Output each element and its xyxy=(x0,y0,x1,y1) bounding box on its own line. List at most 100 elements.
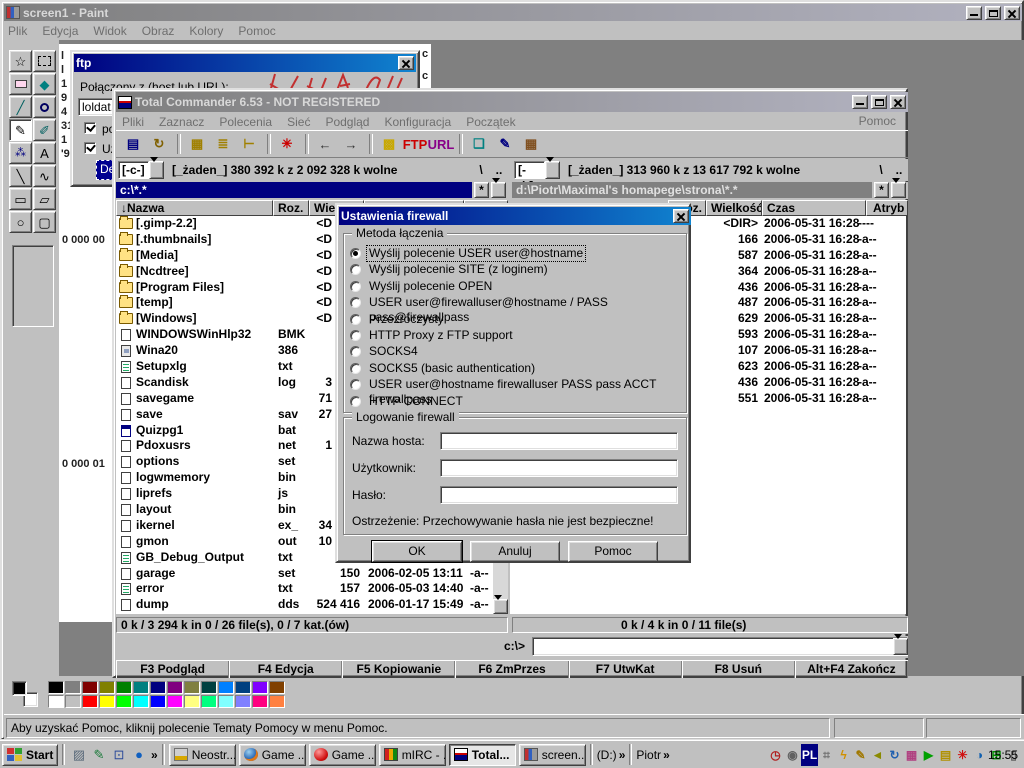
paint-menu-item[interactable]: Kolory xyxy=(189,24,223,38)
piotr-toolbar-chevron[interactable]: » xyxy=(663,748,670,762)
palette-color[interactable] xyxy=(65,695,81,708)
rounded-rect[interactable]: ▢ xyxy=(33,211,56,233)
ql-clock-icon[interactable]: ● xyxy=(129,744,149,766)
task-button[interactable]: Game ... xyxy=(309,744,376,766)
tray-pen-icon[interactable]: ✎ xyxy=(852,744,869,766)
firewall-method-option[interactable]: Wyślij polecenie SITE (z loginem) xyxy=(344,262,686,278)
task-button[interactable]: screen... xyxy=(519,744,586,766)
freeform-select[interactable]: ☆ xyxy=(9,50,32,72)
firewall-method-option[interactable]: Wyślij polecenie USER user@hostname xyxy=(344,246,686,262)
firewall-method-option[interactable]: HTTP Proxy z FTP support xyxy=(344,328,686,344)
maximize-icon[interactable] xyxy=(871,95,887,109)
airbrush[interactable]: ⁂ xyxy=(9,142,32,164)
tray-display-icon[interactable]: ▦ xyxy=(903,744,920,766)
quick-launch-chevron[interactable]: » xyxy=(151,748,158,762)
paint-menu-item[interactable]: Edycja xyxy=(42,24,78,38)
palette-color[interactable] xyxy=(116,695,132,708)
drive-toolbar-label[interactable]: (D:) xyxy=(597,748,617,762)
right-header-time[interactable]: Czas xyxy=(762,200,866,216)
right-header-size[interactable]: Wielkość xyxy=(706,200,762,216)
tc-menu-item[interactable]: Początek xyxy=(466,115,515,129)
palette-color[interactable] xyxy=(252,681,268,694)
left-root-button[interactable]: \ xyxy=(474,163,488,177)
file-row[interactable]: garage set 150 2006-02-05 13:11 -a-- xyxy=(116,566,493,582)
paint-titlebar[interactable]: screen1 - Paint xyxy=(4,4,1022,21)
tc-menu-item[interactable]: Konfiguracja xyxy=(384,115,451,129)
firewall-method-option[interactable]: USER user@hostname firewalluser PASS pas… xyxy=(344,377,686,393)
radio-icon[interactable] xyxy=(350,264,361,275)
firewall-method-option[interactable]: SOCKS4 xyxy=(344,344,686,360)
radio-icon[interactable] xyxy=(350,297,361,308)
ftp-checkbox-1[interactable] xyxy=(84,122,96,134)
fkey-button[interactable]: F4 Edycja xyxy=(229,661,342,678)
tray-globe-icon[interactable]: ◑ xyxy=(971,744,988,766)
drive-toolbar-chevron[interactable]: » xyxy=(619,748,626,762)
tray-sync-icon[interactable]: ↻ xyxy=(886,744,903,766)
radio-icon[interactable] xyxy=(350,363,361,374)
right-header-attr[interactable]: Atryb xyxy=(866,200,908,216)
fkey-button[interactable]: F5 Kopiowanie xyxy=(342,661,455,678)
polygon[interactable]: ▱ xyxy=(33,188,56,210)
pack-icon[interactable]: ▩ xyxy=(376,132,402,156)
left-header-ext[interactable]: Roz. xyxy=(273,200,309,216)
view-icon[interactable]: ❏ xyxy=(466,132,492,156)
radio-icon[interactable] xyxy=(350,281,361,292)
close-icon[interactable] xyxy=(1004,6,1020,20)
paint-menu-item[interactable]: Obraz xyxy=(142,24,175,38)
line[interactable]: ╲ xyxy=(9,165,32,187)
fkey-button[interactable]: F6 ZmPrzes xyxy=(455,661,568,678)
palette-color[interactable] xyxy=(269,695,285,708)
brief-view-icon[interactable]: ▦ xyxy=(184,132,210,156)
close-icon[interactable] xyxy=(673,209,689,223)
palette-color[interactable] xyxy=(48,695,64,708)
ql-notes-icon[interactable]: ✎ xyxy=(89,744,109,766)
edit-icon[interactable]: ✎ xyxy=(492,132,518,156)
pencil[interactable]: ✎ xyxy=(9,119,32,141)
fkey-button[interactable]: F3 Podgląd xyxy=(116,661,229,678)
radio-icon[interactable] xyxy=(350,314,361,325)
task-button[interactable]: Total... xyxy=(449,744,516,766)
radio-icon[interactable] xyxy=(350,248,361,259)
tc-menu-item[interactable]: Podgląd xyxy=(325,115,369,129)
dialog-button[interactable]: Pomoc xyxy=(568,541,658,562)
text[interactable]: A xyxy=(33,142,56,164)
palette-color[interactable] xyxy=(167,681,183,694)
palette-color[interactable] xyxy=(99,681,115,694)
ftp-url-icon[interactable]: URL xyxy=(428,132,454,156)
ftp-connect-icon[interactable]: FTP xyxy=(402,132,428,156)
ftp-checkbox-2[interactable] xyxy=(84,142,96,154)
left-path-bar[interactable]: c:\*.* xyxy=(116,182,472,198)
tray-play-icon[interactable]: ▶ xyxy=(920,744,937,766)
palette-color[interactable] xyxy=(133,695,149,708)
refresh-icon[interactable]: ↻ xyxy=(146,132,172,156)
left-up-button[interactable]: .. xyxy=(492,163,506,177)
scroll-down-icon[interactable] xyxy=(493,599,508,614)
paint-menu-item[interactable]: Pomoc xyxy=(238,24,275,38)
fkey-button[interactable]: F7 UtwKat xyxy=(569,661,682,678)
forward-icon[interactable]: → xyxy=(338,132,364,156)
firewall-method-option[interactable]: USER user@firewalluser@hostname / PASS p… xyxy=(344,295,686,311)
tc-menu-help[interactable]: Pomoc xyxy=(859,114,896,128)
minimize-icon[interactable] xyxy=(852,95,868,109)
task-button[interactable]: Neostr... xyxy=(169,744,236,766)
image-icon[interactable]: ▦ xyxy=(518,132,544,156)
tray-mouse-icon[interactable]: ◉ xyxy=(784,744,801,766)
right-path-bar[interactable]: d:\Piotr\Maximal's homapege\strona\*.* xyxy=(512,182,872,198)
radio-icon[interactable] xyxy=(350,396,361,407)
fkey-button[interactable]: Alt+F4 Zakończ xyxy=(795,661,908,678)
ellipse[interactable]: ○ xyxy=(9,211,32,233)
palette-color[interactable] xyxy=(201,681,217,694)
radio-icon[interactable] xyxy=(350,330,361,341)
paint-menu-item[interactable]: Widok xyxy=(93,24,126,38)
palette-color[interactable] xyxy=(184,681,200,694)
file-row[interactable]: error txt 157 2006-05-03 14:40 -a-- xyxy=(116,581,493,597)
back-icon[interactable]: ← xyxy=(312,132,338,156)
palette-color[interactable] xyxy=(201,695,217,708)
palette-color[interactable] xyxy=(133,681,149,694)
select-icon[interactable]: ✳ xyxy=(274,132,300,156)
minimize-icon[interactable] xyxy=(966,6,982,20)
right-filter-button[interactable]: * xyxy=(874,182,889,198)
palette-color[interactable] xyxy=(150,681,166,694)
file-row[interactable]: dump dds 524 416 2006-01-17 15:49 -a-- xyxy=(116,597,493,613)
tray-scheduler-icon[interactable]: ◷ xyxy=(767,744,784,766)
